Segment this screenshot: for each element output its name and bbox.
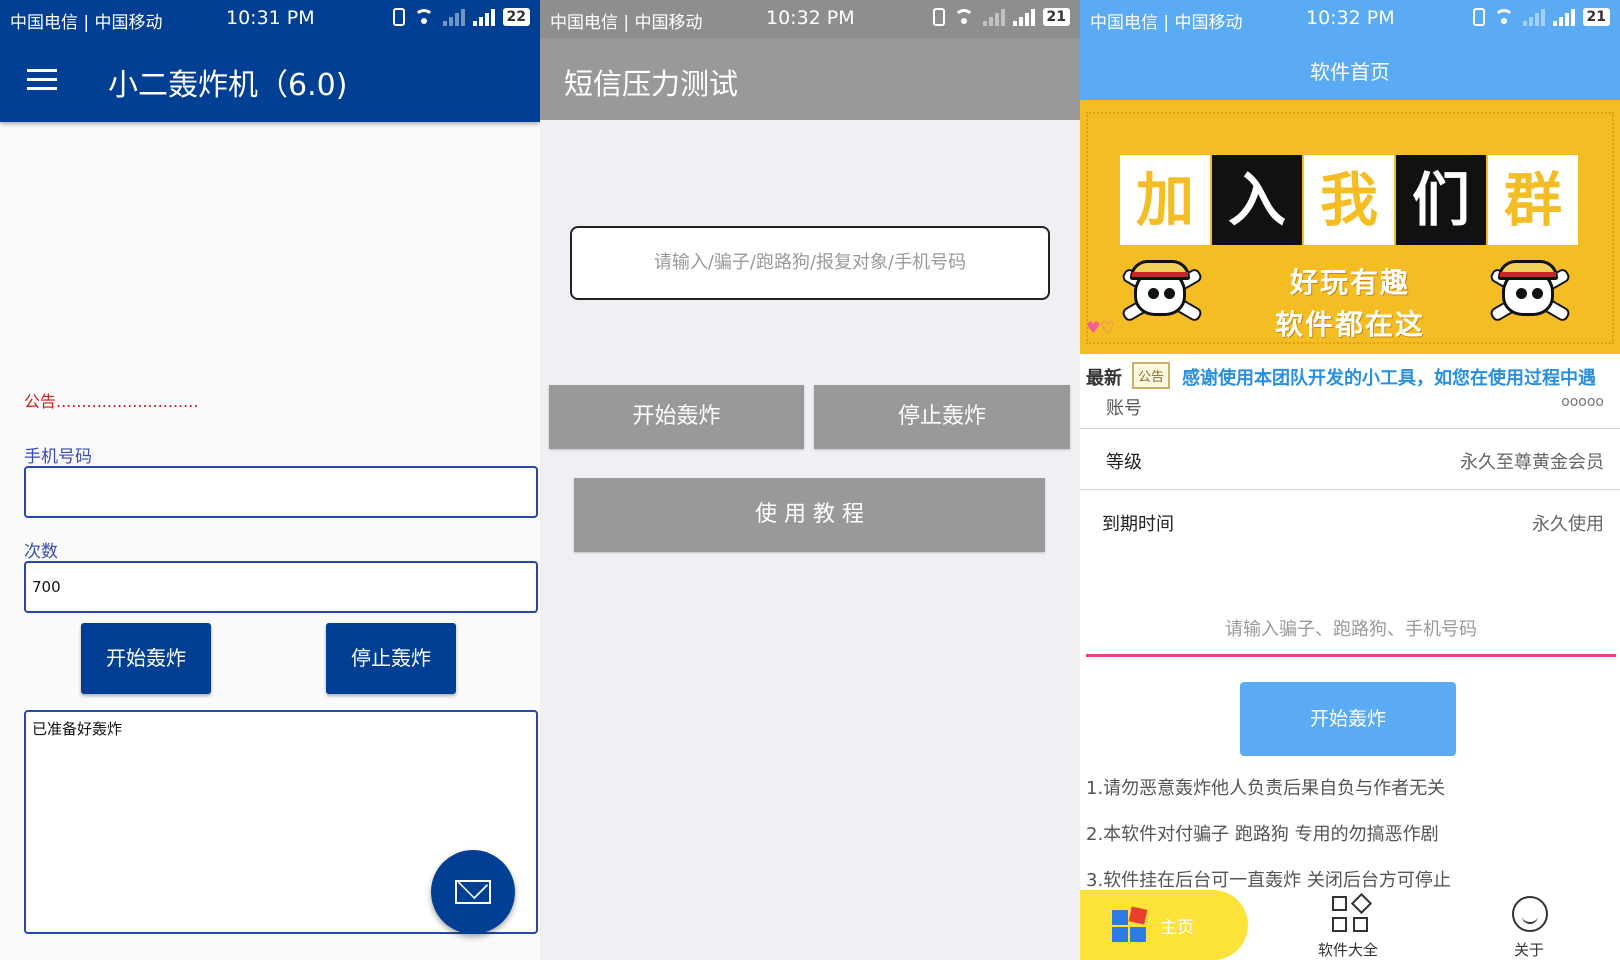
banner-word: 我 [1304,155,1394,245]
carrier-text: 中国电信 | 中国移动 [550,13,703,33]
clock: 10:32 PM [766,7,855,29]
start-button[interactable]: 开始轰炸 [549,385,804,449]
news-ticker[interactable]: 最新 公告 感谢使用本团队开发的小工具，如您在使用过程中遇 [1080,354,1620,398]
signal-icon [442,8,465,26]
wifi-icon [413,9,435,25]
page-title: 短信压力测试 [564,67,739,101]
signal-icon [982,8,1005,26]
signal-icon [1522,8,1545,26]
banner-word: 加 [1120,155,1210,245]
clock: 10:32 PM [1306,7,1395,29]
status-bar: 中国电信 | 中国移动 10:31 PM 22 [0,0,540,38]
level-label: 等级 [1106,452,1142,473]
target-input[interactable]: 请输入骗子、跑路狗、手机号码 [1086,610,1616,657]
notice-text: 公告............................ [24,392,199,411]
level-value: 永久至尊黄金会员 [1460,452,1604,473]
battery-icon: 21 [1582,8,1610,26]
banner-word: 入 [1212,155,1302,245]
news-text: 感谢使用本团队开发的小工具，如您在使用过程中遇 [1182,368,1596,389]
grid-icon [1332,892,1373,936]
tab-label: 关于 [1514,941,1545,959]
menu-icon[interactable] [27,69,57,91]
vibrate-icon [392,8,405,26]
tab-home[interactable]: 主页 [1080,890,1248,960]
tab-label: 主页 [1160,918,1194,938]
news-badge: 公告 [1132,362,1171,389]
app-bar: 小二轰炸机（6.0) [0,38,540,122]
page-title: 软件首页 [1310,60,1390,84]
level-row: 等级 永久至尊黄金会员 [1080,429,1620,490]
start-button[interactable]: 开始轰炸 [81,623,211,694]
stop-button[interactable]: 停止轰炸 [814,385,1070,449]
phone-label: 手机号码 [24,447,92,467]
tip-text: 2.本软件对付骗子 跑路狗 专用的勿搞恶作剧 [1086,824,1439,845]
app3-screen: 中国电信 | 中国移动 10:32 PM 21 软件首页 加 入 我 们 群 好… [1080,0,1620,960]
app-bar: 短信压力测试 [540,38,1080,120]
hearts-icon: ♥♡ [1086,318,1115,337]
count-input[interactable]: 700 [24,561,538,613]
carrier-text: 中国电信 | 中国移动 [10,13,163,33]
stop-button[interactable]: 停止轰炸 [326,623,456,694]
message-fab-button[interactable] [431,850,515,934]
signal-icon [1012,8,1035,26]
signal-icon [472,8,495,26]
skull-icon [1488,258,1572,324]
count-label: 次数 [24,542,58,562]
wifi-icon [1493,9,1515,25]
account-row: 账号 ooooo [1080,394,1620,429]
target-input[interactable]: 请输入/骗子/跑路狗/报复对象/手机号码 [570,226,1050,300]
status-bar: 中国电信 | 中国移动 10:32 PM 21 [540,0,1080,38]
news-tag: 最新 [1086,368,1122,389]
banner-word: 们 [1396,155,1486,245]
skull-icon [1120,258,1204,324]
smile-icon [1512,896,1548,932]
app2-screen: 中国电信 | 中国移动 10:32 PM 21 短信压力测试 请输入/骗子/跑路… [540,0,1080,960]
expire-value: 永久使用 [1532,514,1604,535]
app1-screen: 中国电信 | 中国移动 10:31 PM 22 小二轰炸机（6.0) 公告...… [0,0,540,960]
start-button[interactable]: 开始轰炸 [1240,682,1456,756]
expire-row: 到期时间 永久使用 [1080,490,1620,550]
wifi-icon [953,9,975,25]
battery-icon: 22 [502,8,530,26]
banner-word: 群 [1488,155,1578,245]
account-label: 账号 [1106,398,1142,419]
vibrate-icon [1472,8,1485,26]
signal-icon [1552,8,1575,26]
status-bar: 中国电信 | 中国移动 10:32 PM 21 [1080,0,1620,38]
expire-label: 到期时间 [1102,514,1174,535]
tiles-icon [1112,906,1152,942]
tip-text: 3.软件挂在后台可一直轰炸 关闭后台方可停止 [1086,870,1451,891]
carrier-text: 中国电信 | 中国移动 [1090,13,1243,33]
tab-label: 软件大全 [1318,941,1379,959]
phone-input[interactable] [24,466,538,518]
bottom-tab-bar: 主页 软件大全 关于 [1080,890,1620,960]
battery-icon: 21 [1042,8,1070,26]
mail-icon [455,880,491,904]
account-value: ooooo [1561,394,1604,410]
vibrate-icon [932,8,945,26]
tutorial-button[interactable]: 使 用 教 程 [574,478,1045,552]
clock: 10:31 PM [226,7,315,29]
app-bar: 软件首页 [1080,38,1620,100]
page-title: 小二轰炸机（6.0) [108,68,348,103]
join-group-banner[interactable]: 加 入 我 们 群 好玩有趣 软件都在这 ♥♡ [1080,100,1620,354]
tip-text: 1.请勿恶意轰炸他人负责后果自负与作者无关 [1086,778,1446,799]
